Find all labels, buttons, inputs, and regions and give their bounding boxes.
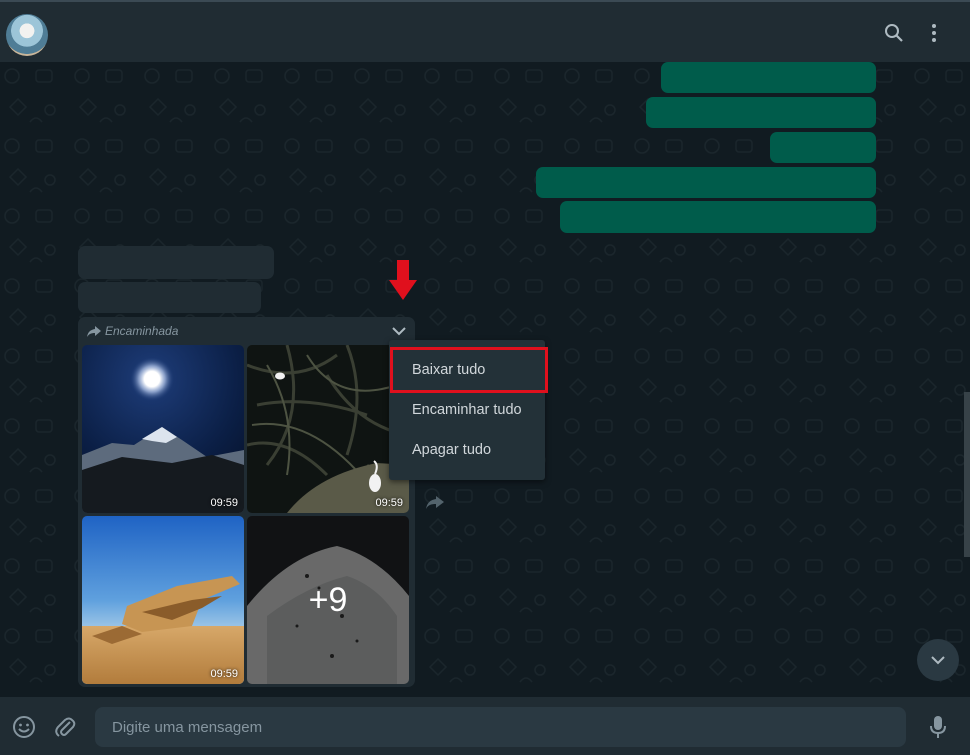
menu-item-forward-all[interactable]: Encaminhar tudo (389, 390, 545, 430)
highlight-box (390, 347, 548, 393)
outgoing-message[interactable] (770, 132, 876, 163)
moon-mountain-image (82, 345, 244, 513)
album-tile-4[interactable]: +9 (247, 516, 409, 684)
menu-icon[interactable] (921, 20, 947, 46)
chat-header (0, 0, 970, 62)
outgoing-message[interactable] (646, 97, 876, 128)
conversation-panel: Encaminhada 09:59 09:59 09:59 +9 Baixar … (0, 62, 970, 697)
arrow-down-icon (389, 260, 417, 300)
chevron-down-icon (931, 656, 945, 665)
composer-bar (0, 697, 970, 755)
video-duration: 09:59 (375, 497, 403, 509)
incoming-message[interactable] (78, 246, 274, 279)
more-media-count: +9 (308, 580, 348, 619)
forward-icon[interactable] (425, 494, 445, 510)
forward-icon (87, 325, 101, 337)
scrollbar[interactable] (964, 392, 970, 557)
outgoing-message[interactable] (560, 201, 876, 233)
album-tile-3[interactable]: 09:59 (82, 516, 244, 684)
outgoing-message[interactable] (661, 62, 876, 93)
forwarded-label: Encaminhada (87, 324, 178, 338)
album-tile-2[interactable]: 09:59 (247, 345, 409, 513)
avatar[interactable] (6, 14, 48, 56)
video-duration: 09:59 (210, 497, 238, 509)
forwarded-text: Encaminhada (105, 324, 179, 338)
search-icon[interactable] (881, 20, 907, 46)
emoji-icon[interactable] (11, 714, 37, 740)
outgoing-message[interactable] (536, 167, 876, 198)
incoming-message[interactable] (78, 282, 261, 313)
album-tile-1[interactable]: 09:59 (82, 345, 244, 513)
video-duration: 09:59 (210, 668, 238, 680)
attach-icon[interactable] (52, 714, 78, 740)
egrets-palms-image (247, 345, 409, 513)
scroll-down-button[interactable] (917, 639, 959, 681)
menu-item-delete-all[interactable]: Apagar tudo (389, 430, 545, 470)
chevron-down-icon[interactable] (391, 325, 407, 337)
microphone-icon[interactable] (925, 714, 951, 740)
desert-rocks-image (82, 516, 244, 684)
forwarded-album[interactable]: Encaminhada 09:59 09:59 09:59 +9 (78, 317, 415, 687)
message-input[interactable] (95, 707, 906, 747)
